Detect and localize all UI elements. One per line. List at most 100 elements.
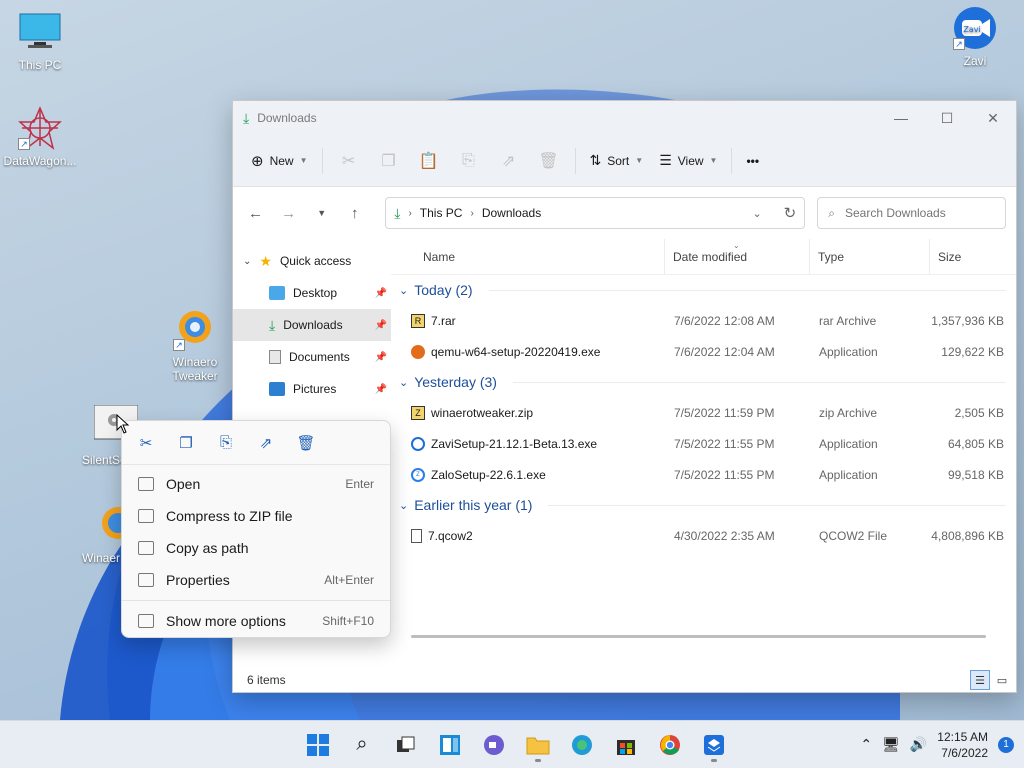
title-bar[interactable]: ⤓ Downloads — ☐ ✕	[233, 101, 1016, 135]
search-box[interactable]: ⌕	[817, 197, 1006, 229]
column-header-type[interactable]: Type	[809, 239, 929, 274]
nav-item-pictures[interactable]: Pictures 📌	[233, 373, 391, 405]
desktop-icon-datawagon[interactable]: ↗ DataWagon...	[0, 106, 80, 168]
file-row[interactable]: ZaviSetup-21.12.1-Beta.13.exe 7/5/2022 1…	[391, 428, 1016, 459]
horizontal-scrollbar[interactable]	[411, 635, 986, 638]
file-name: qemu-w64-setup-20220419.exe	[431, 344, 601, 359]
file-size: 2,505 KB	[954, 405, 1004, 420]
desktop-icon-label: Winaero Tweaker	[172, 355, 218, 383]
task-view-icon	[397, 736, 415, 752]
address-dropdown-icon[interactable]: ⌄	[752, 207, 761, 220]
task-view-button[interactable]	[388, 727, 424, 763]
details-view-button[interactable]: ☰	[970, 670, 990, 690]
view-button[interactable]: ☰ View ▼	[651, 146, 725, 175]
ctx-compress-zip[interactable]: Compress to ZIP file	[122, 500, 390, 532]
store-button[interactable]	[608, 727, 644, 763]
cut-button[interactable]: ✂	[329, 151, 369, 171]
share-button[interactable]: ⇗	[489, 151, 529, 171]
up-button[interactable]: ↑	[342, 205, 367, 222]
widgets-button[interactable]	[432, 727, 468, 763]
plus-circle-icon: ⊕	[251, 152, 264, 170]
clock[interactable]: 12:15 AM 7/6/2022	[937, 729, 988, 761]
chevron-up-icon[interactable]: ⌃	[860, 736, 872, 753]
ctx-properties[interactable]: Properties Alt+Enter	[122, 564, 390, 596]
chat-button[interactable]	[476, 727, 512, 763]
edge-button[interactable]	[564, 727, 600, 763]
file-row[interactable]: qemu-w64-setup-20220419.exe 7/6/2022 12:…	[391, 336, 1016, 367]
desktop-icon-label: Zavi	[963, 54, 987, 68]
taskbar-search-button[interactable]: ⌕	[344, 727, 380, 763]
pictures-icon	[269, 382, 285, 396]
group-header[interactable]: ⌄ Earlier this year (1)	[391, 490, 1016, 520]
nav-item-downloads[interactable]: ⤓ Downloads 📌	[233, 309, 391, 341]
group-header[interactable]: ⌄ Today (2)	[391, 275, 1016, 305]
file-explorer-button[interactable]	[520, 727, 556, 763]
volume-icon[interactable]: 🔊	[910, 736, 927, 753]
file-type: Application	[819, 467, 878, 482]
close-button[interactable]: ✕	[970, 101, 1016, 135]
ctx-copy-as-path[interactable]: Copy as path	[122, 532, 390, 564]
ctx-show-more-options[interactable]: Show more options Shift+F10	[122, 605, 390, 637]
search-input[interactable]	[844, 206, 995, 220]
scissors-icon: ✂	[341, 152, 356, 170]
desktop-icon-winaero-tweaker[interactable]: ↗ Winaero Tweaker	[155, 307, 235, 383]
ctx-rename-button[interactable]: ⎘	[206, 434, 246, 451]
nav-quick-access[interactable]: ⌄ ★ Quick access	[233, 245, 391, 277]
tiles-view-button[interactable]: ▭	[992, 670, 1012, 690]
column-header-name[interactable]: Name	[391, 239, 664, 274]
file-row[interactable]: Zwinaerotweaker.zip 7/5/2022 11:59 PM zi…	[391, 397, 1016, 428]
breadcrumb-downloads[interactable]: Downloads	[482, 206, 541, 220]
details-view-icon: ☰	[975, 674, 985, 687]
ctx-share-button[interactable]: ⇗	[246, 434, 286, 452]
desktop-icon-this-pc[interactable]: This PC	[0, 10, 80, 72]
sort-button[interactable]: ⇅ Sort ▼	[582, 146, 652, 175]
chevron-down-icon: ▼	[709, 156, 718, 165]
ctx-open[interactable]: Open Enter	[122, 468, 390, 500]
column-header-size[interactable]: Size	[929, 239, 1006, 274]
rename-button[interactable]: ⎘	[449, 152, 489, 170]
network-icon[interactable]: 🖥	[882, 736, 900, 753]
recent-locations-button[interactable]: ▼	[309, 208, 334, 218]
copy-button[interactable]: ❐	[369, 151, 409, 171]
new-button[interactable]: ⊕ New ▼	[243, 146, 316, 176]
group-divider	[512, 381, 1006, 383]
trash-icon: 🗑	[538, 152, 559, 170]
forward-button[interactable]: →	[276, 205, 301, 222]
datawagon-icon: ↗	[18, 106, 62, 150]
chevron-down-icon: ⌄	[399, 376, 409, 389]
breadcrumb-this-pc[interactable]: This PC	[420, 206, 463, 220]
ctx-cut-button[interactable]: ✂	[126, 434, 166, 452]
nav-item-desktop[interactable]: Desktop 📌	[233, 277, 391, 309]
refresh-icon[interactable]: ↻	[784, 204, 797, 222]
shortcut-arrow-icon: ↗	[173, 339, 185, 351]
file-row[interactable]: R 7.rar 7/6/2022 12:08 AM rar Archive 1,3…	[391, 305, 1016, 336]
nav-label: Desktop	[293, 286, 338, 300]
back-button[interactable]: ←	[243, 205, 268, 222]
ctx-delete-button[interactable]: 🗑	[286, 434, 326, 452]
nav-item-documents[interactable]: Documents 📌	[233, 341, 391, 373]
widgets-icon	[440, 734, 460, 755]
chrome-button[interactable]	[652, 727, 688, 763]
paste-button[interactable]: 📋	[409, 151, 449, 171]
running-indicator	[711, 758, 717, 762]
file-row[interactable]: 7.qcow2 4/30/2022 2:35 AM QCOW2 File 4,8…	[391, 520, 1016, 551]
more-icon: •••	[746, 153, 760, 168]
app-button[interactable]	[696, 727, 732, 763]
file-row[interactable]: Z ZaloSetup-22.6.1.exe 7/5/2022 11:55 PM …	[391, 459, 1016, 490]
app-icon	[704, 734, 724, 755]
maximize-button[interactable]: ☐	[924, 101, 970, 135]
more-options-button[interactable]: •••	[738, 148, 767, 174]
group-header[interactable]: ⌄ Yesterday (3)	[391, 367, 1016, 397]
start-button[interactable]	[300, 727, 336, 763]
column-header-date[interactable]: ⌄ Date modified	[664, 239, 809, 274]
notification-badge[interactable]: 1	[998, 736, 1014, 753]
rename-icon: ⎘	[219, 434, 232, 451]
rar-archive-icon: R	[411, 313, 425, 328]
desktop-icon-zavi[interactable]: Zavi ↗ Zavi	[935, 6, 1015, 68]
minimize-button[interactable]: —	[878, 101, 924, 135]
ctx-copy-button[interactable]: ❐	[166, 434, 206, 452]
delete-button[interactable]: 🗑	[529, 151, 569, 171]
svg-text:Zavi: Zavi	[963, 25, 980, 34]
file-date: 7/6/2022 12:08 AM	[674, 313, 775, 328]
address-bar[interactable]: ⤓ › This PC › Downloads ⌄ ↻	[385, 197, 806, 229]
